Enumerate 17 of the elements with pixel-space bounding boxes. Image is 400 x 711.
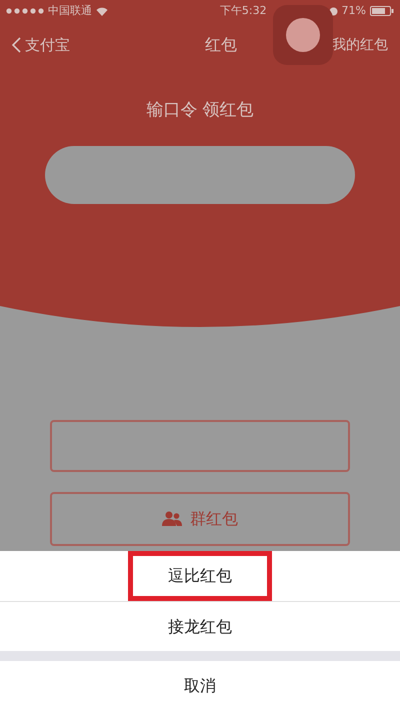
outlined-box[interactable] [50,420,350,472]
battery-icon [370,6,394,16]
chevron-left-icon [12,37,21,53]
action-sheet-option[interactable]: 逗比红包 [128,551,272,601]
password-prompt: 输口令 领红包 [146,99,254,122]
signal-icon [6,8,44,14]
back-button[interactable]: 支付宝 [12,34,70,56]
battery-percent: 71% [342,2,366,19]
page-title: 红包 [205,34,237,56]
wifi-icon [96,6,108,16]
carrier-name: 中国联通 [48,2,92,19]
cancel-button[interactable]: 取消 [0,661,400,711]
assistive-touch-button[interactable] [273,5,333,65]
status-time: 下午5:32 [220,2,267,19]
action-sheet-option[interactable]: 接龙红包 [128,602,272,652]
people-icon [162,511,182,527]
my-packets-link[interactable]: 我的红包 [332,34,388,56]
